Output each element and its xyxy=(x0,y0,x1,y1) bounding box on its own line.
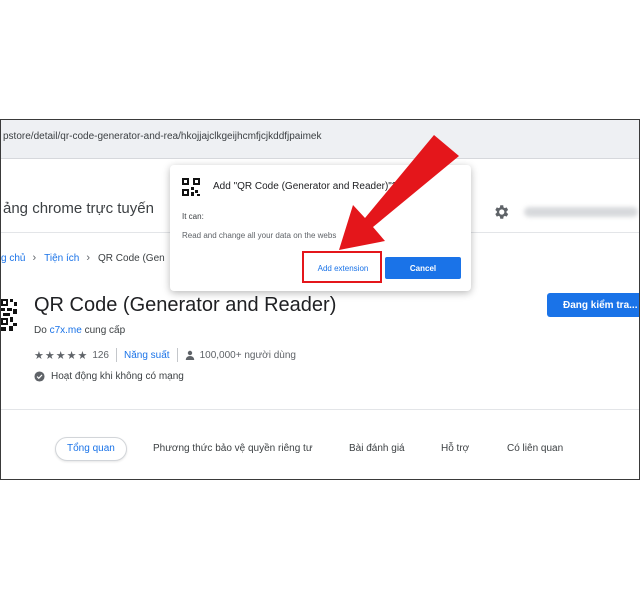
divider xyxy=(176,348,178,362)
url-text: pstore/detail/qr-code-generator-and-rea/… xyxy=(3,131,322,142)
extension-meta: ★★★★★ 126 Năng suất 100,000+ người dùng xyxy=(34,348,296,362)
tab-related[interactable]: Có liên quan xyxy=(507,438,563,460)
tab-privacy[interactable]: Phương thức bảo vệ quyền riêng tư xyxy=(153,438,313,460)
dialog-permission: Read and change all your data on the web… xyxy=(182,231,378,240)
provider-link[interactable]: c7x.me xyxy=(50,325,82,336)
star-rating[interactable]: ★★★★★ xyxy=(34,349,88,362)
highlight-box xyxy=(302,251,382,283)
cancel-button[interactable]: Cancel xyxy=(385,257,461,279)
offline-label: Hoạt động khi không có mạng xyxy=(51,371,184,382)
qr-code-icon xyxy=(1,298,17,332)
dialog-title: Add "QR Code (Generator and Reader)"? xyxy=(213,181,398,192)
breadcrumb-category[interactable]: Tiện ích xyxy=(44,253,79,264)
divider xyxy=(116,348,117,362)
provider-suffix: cung cấp xyxy=(84,325,126,336)
extension-title: QR Code (Generator and Reader) xyxy=(34,294,337,316)
account-email-blurred xyxy=(524,207,638,217)
category-link[interactable]: Năng suất xyxy=(124,350,170,361)
rating-count[interactable]: 126 xyxy=(92,350,109,361)
permission-text: Read and change all your data on the web… xyxy=(182,231,337,240)
install-button[interactable]: Đang kiểm tra... xyxy=(547,293,639,317)
tab-support[interactable]: Hỗ trợ xyxy=(441,438,469,460)
breadcrumb-home[interactable]: g chủ xyxy=(1,253,25,264)
provider-prefix: Do xyxy=(34,325,47,336)
dialog-it-can: It can: xyxy=(182,212,204,221)
tab-overview[interactable]: Tổng quan xyxy=(55,437,127,461)
permission-tail: visit xyxy=(364,231,379,240)
breadcrumb: g chủ › Tiện ích › QR Code (Gen xyxy=(1,252,165,264)
divider xyxy=(1,409,639,410)
provider-line: Do c7x.me cung cấp xyxy=(34,325,125,336)
user-count: 100,000+ người dùng xyxy=(199,349,296,361)
chevron-right-icon: › xyxy=(86,252,91,264)
browser-screenshot: pstore/detail/qr-code-generator-and-rea/… xyxy=(0,119,640,480)
store-title: ảng chrome trực tuyến xyxy=(3,200,154,217)
user-icon xyxy=(185,350,194,360)
address-bar[interactable]: pstore/detail/qr-code-generator-and-rea/… xyxy=(1,120,639,159)
qr-code-icon xyxy=(182,178,200,196)
chevron-right-icon: › xyxy=(32,252,37,264)
offline-check-icon xyxy=(34,371,45,382)
add-extension-dialog: Add "QR Code (Generator and Reader)"? It… xyxy=(170,165,471,291)
offline-feature: Hoạt động khi không có mạng xyxy=(34,371,184,382)
gear-icon[interactable] xyxy=(492,203,510,221)
breadcrumb-current: QR Code (Gen xyxy=(98,252,165,264)
tab-reviews[interactable]: Bài đánh giá xyxy=(349,438,405,460)
